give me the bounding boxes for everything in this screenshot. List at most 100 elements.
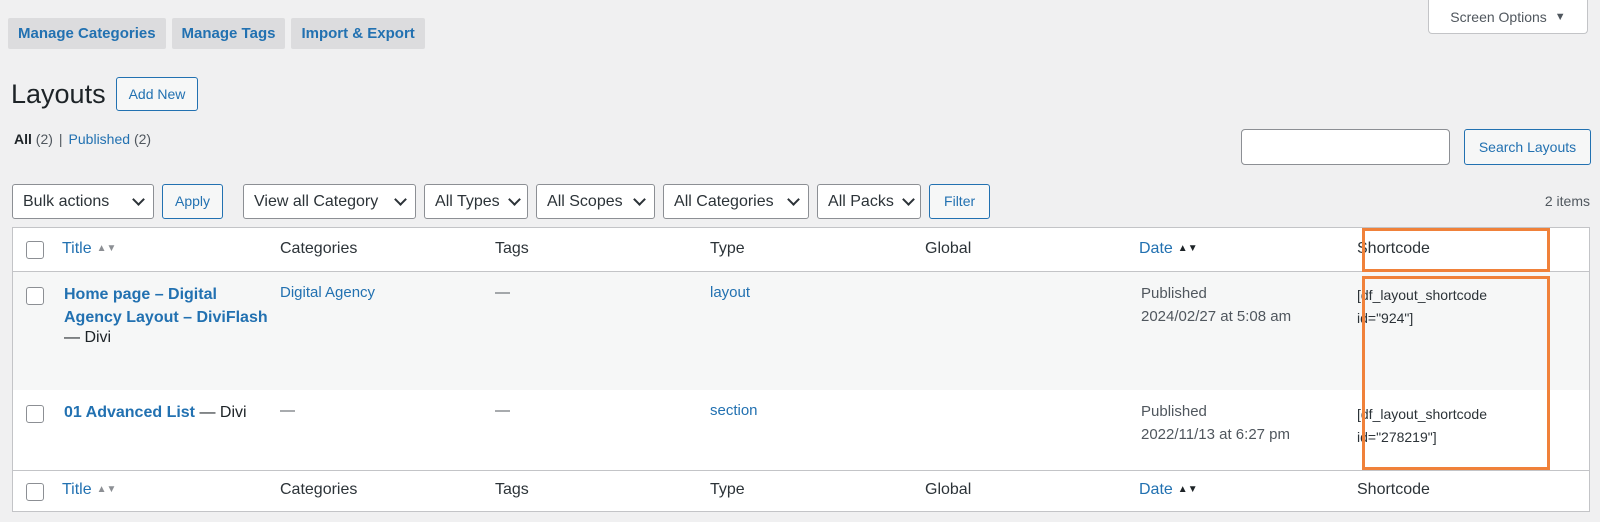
import-export-tab[interactable]: Import & Export <box>291 18 425 49</box>
search-layouts-button[interactable]: Search Layouts <box>1464 129 1591 165</box>
date-sort-link[interactable]: Date <box>1139 481 1173 498</box>
row-date-status: Published <box>1141 403 1207 420</box>
add-new-button[interactable]: Add New <box>115 77 199 111</box>
column-categories-header: Categories <box>280 240 358 257</box>
row-title-link[interactable]: 01 Advanced List <box>64 404 195 421</box>
view-filters: All (2) | Published (2) <box>14 131 151 147</box>
chevron-down-icon <box>394 192 407 206</box>
column-categories-footer: Categories <box>280 481 358 498</box>
manage-categories-tab[interactable]: Manage Categories <box>8 18 166 49</box>
table-row: 01 Advanced List — Divi — — section Publ… <box>13 390 1589 470</box>
table-row: Home page – Digital Agency Layout – Divi… <box>13 272 1589 390</box>
packs-select-value: All Packs <box>828 192 894 210</box>
row-title-link[interactable]: Home page – Digital Agency Layout – Divi… <box>64 283 274 329</box>
column-global-footer: Global <box>925 481 972 498</box>
scopes-select[interactable]: All Scopes <box>536 184 656 219</box>
row-shortcode-line2: id="924"] <box>1357 310 1414 326</box>
apply-button[interactable]: Apply <box>162 184 224 219</box>
title-sort-link[interactable]: Title <box>62 240 92 257</box>
items-count: 2 items <box>1544 193 1590 209</box>
chevron-down-icon <box>507 192 521 206</box>
top-tabs: Manage Categories Manage Tags Import & E… <box>8 18 425 49</box>
filter-bar: Bulk actions Apply View all Category All… <box>12 184 991 219</box>
sort-icon: ▲▼ <box>1177 484 1198 495</box>
select-all-checkbox[interactable] <box>26 241 44 259</box>
types-select[interactable]: All Types <box>424 184 529 219</box>
filter-button[interactable]: Filter <box>929 184 991 219</box>
select-all-checkbox[interactable] <box>26 483 44 501</box>
sort-icon: ▲▼ <box>96 484 117 495</box>
row-shortcode: [df_layout_shortcode id="924"] <box>1357 284 1487 330</box>
search-input[interactable] <box>1241 129 1450 165</box>
column-type-footer: Type <box>710 481 745 498</box>
table-header: Title ▲▼ Categories Tags Type Global Date… <box>13 228 1589 272</box>
view-all[interactable]: All (2) <box>14 131 53 147</box>
row-title-cell: 01 Advanced List — Divi <box>64 401 274 424</box>
row-shortcode-line1: [df_layout_shortcode <box>1357 287 1487 303</box>
row-shortcode-line2: id="278219"] <box>1357 429 1437 445</box>
scopes-select-value: All Scopes <box>547 192 623 210</box>
row-date-status: Published <box>1141 285 1207 302</box>
row-date-value: 2024/02/27 at 5:08 am <box>1141 308 1292 325</box>
row-checkbox[interactable] <box>26 405 44 423</box>
column-shortcode-footer: Shortcode <box>1357 481 1430 498</box>
sort-icon: ▲▼ <box>96 243 117 254</box>
row-checkbox[interactable] <box>26 287 44 305</box>
date-sort-link[interactable]: Date <box>1139 240 1173 257</box>
row-tags: — <box>495 402 510 419</box>
row-title-line1: Home page – Digital <box>64 286 217 303</box>
row-category-link[interactable]: Digital Agency <box>280 284 375 301</box>
title-sort-link[interactable]: Title <box>62 481 92 498</box>
column-title-footer[interactable]: Title ▲▼ <box>62 481 116 499</box>
row-type-link[interactable]: section <box>710 402 758 419</box>
packs-select[interactable]: All Packs <box>817 184 922 219</box>
row-title-cell: Home page – Digital Agency Layout – Divi… <box>64 283 274 347</box>
layouts-table: Title ▲▼ Categories Tags Type Global Date… <box>12 227 1590 512</box>
manage-tags-tab[interactable]: Manage Tags <box>171 18 286 49</box>
row-date: Published 2022/11/13 at 6:27 pm <box>1141 400 1290 446</box>
view-separator: | <box>58 131 63 147</box>
view-published-count: (2) <box>133 131 152 147</box>
column-shortcode-header: Shortcode <box>1357 240 1430 257</box>
sort-icon: ▲▼ <box>1177 243 1198 254</box>
row-type-link[interactable]: layout <box>710 284 750 301</box>
bulk-actions-value: Bulk actions <box>23 192 110 210</box>
page-heading: Layouts Add New <box>11 77 199 111</box>
column-global-header: Global <box>925 240 972 257</box>
types-select-value: All Types <box>435 192 500 210</box>
view-all-label: All <box>14 131 32 147</box>
row-date-value: 2022/11/13 at 6:27 pm <box>1141 426 1291 443</box>
table-footer: Title ▲▼ Categories Tags Type Global Date… <box>13 470 1589 512</box>
column-date-footer[interactable]: Date ▲▼ <box>1139 481 1198 499</box>
row-category: — <box>280 402 295 419</box>
layouts-admin-page: Manage Categories Manage Tags Import & E… <box>0 0 1600 522</box>
chevron-down-icon <box>787 192 800 206</box>
category-select[interactable]: View all Category <box>243 184 417 219</box>
triangle-down-icon: ▼ <box>1554 10 1566 23</box>
column-title-header[interactable]: Title ▲▼ <box>62 240 116 258</box>
row-shortcode-line1: [df_layout_shortcode <box>1357 406 1487 422</box>
chevron-down-icon <box>633 192 646 206</box>
row-shortcode: [df_layout_shortcode id="278219"] <box>1357 403 1487 449</box>
chevron-down-icon <box>901 192 915 206</box>
page-title: Layouts <box>11 78 106 109</box>
categories-select-value: All Categories <box>674 192 774 210</box>
category-select-value: View all Category <box>254 192 379 210</box>
categories-select[interactable]: All Categories <box>663 184 810 219</box>
screen-options-label: Screen Options <box>1450 8 1547 25</box>
column-type-header: Type <box>710 240 745 257</box>
row-date: Published 2024/02/27 at 5:08 am <box>1141 282 1291 328</box>
column-tags-footer: Tags <box>495 481 529 498</box>
row-title-state: — Divi <box>199 404 247 421</box>
row-title-state: — Divi <box>64 329 112 346</box>
bulk-actions-select[interactable]: Bulk actions <box>12 184 154 219</box>
row-title-line2: Agency Layout – DiviFlash <box>64 309 268 326</box>
column-tags-header: Tags <box>495 240 529 257</box>
view-published[interactable]: Published (2) <box>69 131 152 147</box>
chevron-down-icon <box>132 192 145 206</box>
column-date-header[interactable]: Date ▲▼ <box>1139 240 1198 258</box>
screen-options-button[interactable]: Screen Options ▼ <box>1428 0 1588 34</box>
view-published-label[interactable]: Published <box>69 131 131 147</box>
view-all-count: (2) <box>35 131 53 147</box>
row-tags: — <box>495 284 510 301</box>
